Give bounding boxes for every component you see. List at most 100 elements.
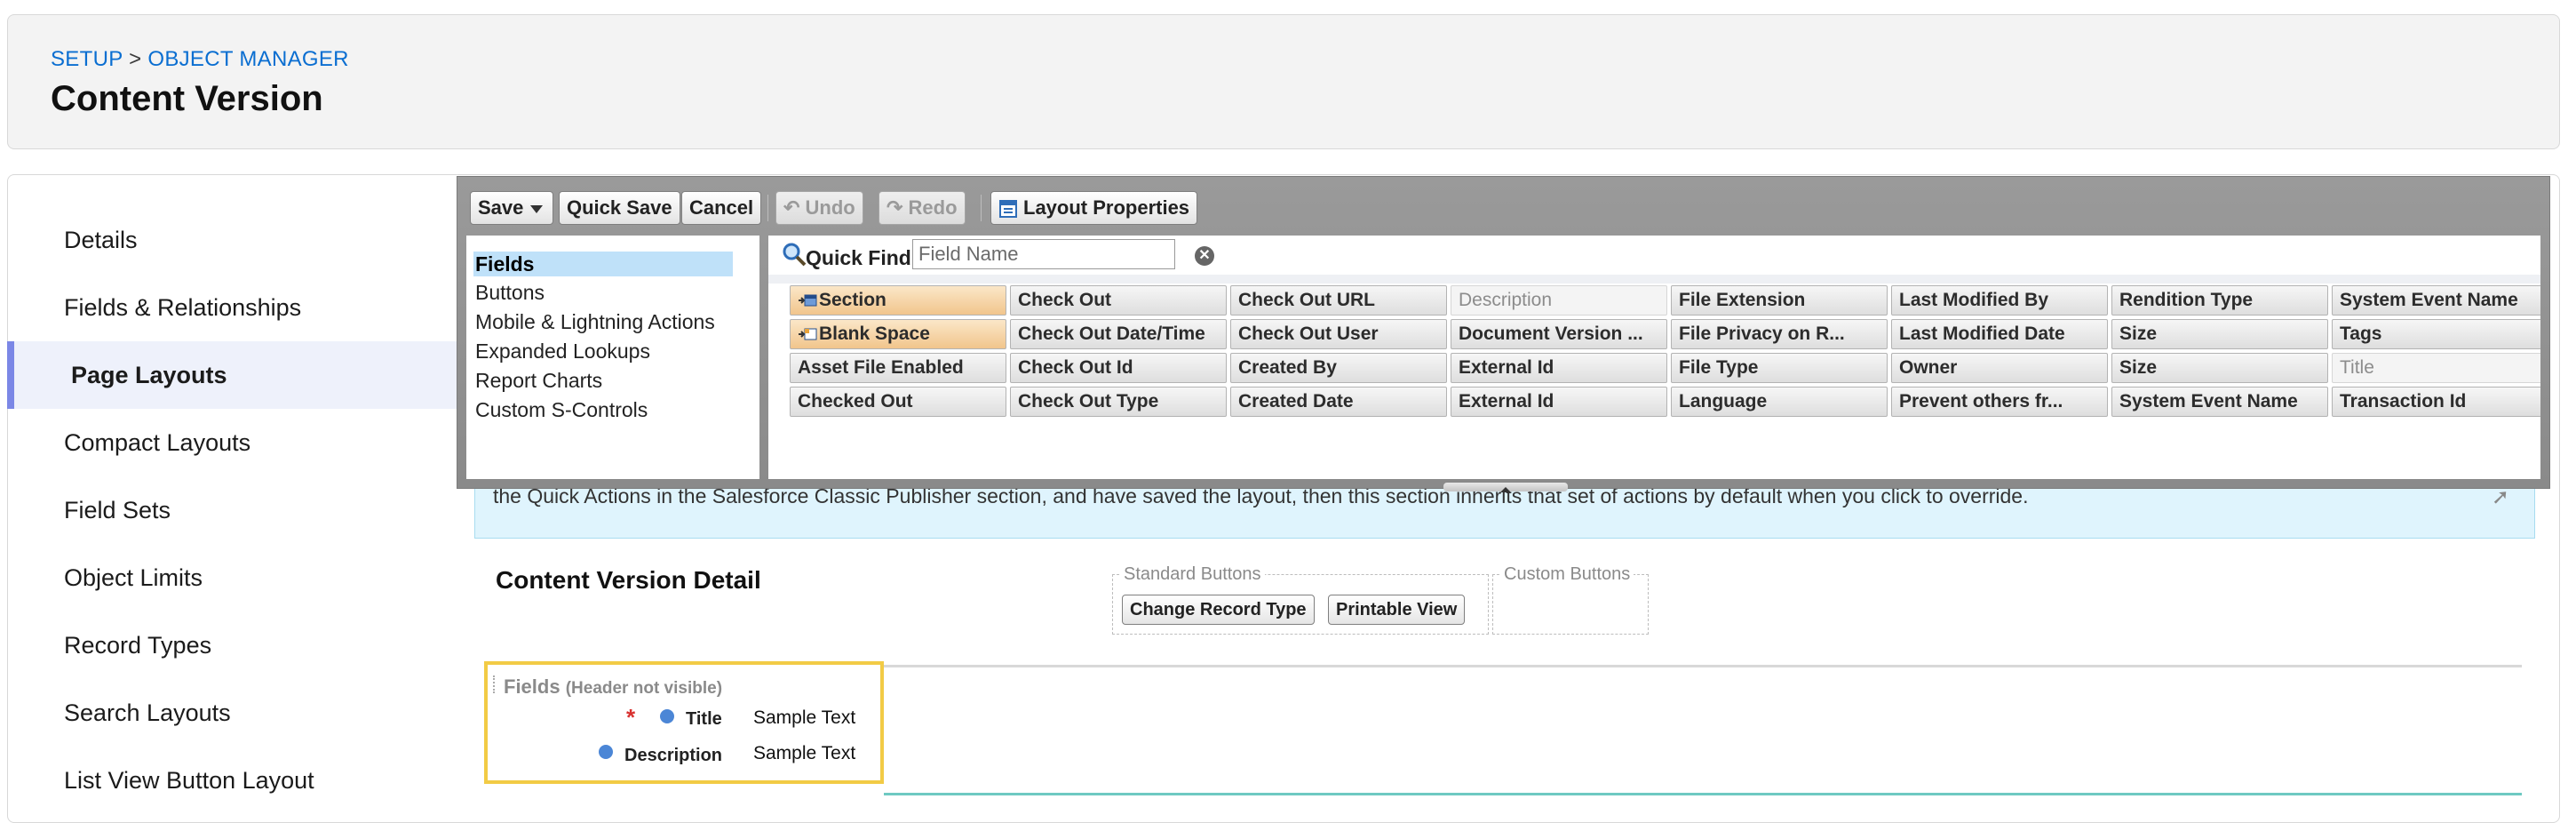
standard-buttons-label: Standard Buttons [1120,564,1265,585]
category-buttons[interactable]: Buttons [473,280,733,305]
palette-field-item[interactable]: Document Version ... [1451,319,1667,349]
palette-field-item[interactable]: File Privacy on R... [1671,319,1888,349]
sidebar-item-field-sets[interactable]: Field Sets [7,476,457,544]
fields-section-subtitle: (Header not visible) [565,679,723,698]
palette-item-blank-space[interactable]: Blank Space [790,319,1006,349]
breadcrumb-setup-link[interactable]: SETUP [51,47,123,71]
sidebar-item-compact-layouts[interactable]: Compact Layouts [7,409,457,476]
layout-palette: Save Quick Save Cancel ↶ Undo ↷ Redo Lay… [457,176,2550,492]
palette-field-item[interactable]: Size [2111,319,2328,349]
palette-field-item-used: Title [2332,353,2540,383]
palette-field-item[interactable]: Check Out User [1230,319,1447,349]
palette-field-item[interactable]: Language [1671,387,1888,417]
fields-section-title: Fields (Header not visible) [504,675,722,699]
redo-label: Redo [908,196,958,219]
palette-field-item[interactable]: Checked Out [790,387,1006,417]
sidebar: Details Fields & Relationships Page Layo… [7,174,457,807]
palette-field-item[interactable]: Created By [1230,353,1447,383]
palette-field-item[interactable]: Asset File Enabled [790,353,1006,383]
palette-field-item[interactable]: Check Out [1010,285,1227,316]
breadcrumb: SETUP > OBJECT MANAGER [51,47,349,72]
palette-resize-handle[interactable] [1443,483,1568,492]
palette-field-item[interactable]: File Extension [1671,285,1888,316]
field-property-icon [660,709,674,723]
section-divider-teal [884,793,2522,795]
palette-field-item[interactable]: Created Date [1230,387,1447,417]
palette-field-item[interactable]: Check Out URL [1230,285,1447,316]
quick-save-button[interactable]: Quick Save [559,191,680,225]
chevron-down-icon[interactable] [530,204,544,213]
palette-field-item[interactable]: Check Out Date/Time [1010,319,1227,349]
breadcrumb-separator: > [129,47,142,71]
palette-field-item[interactable]: System Event Name [2111,387,2328,417]
category-report-charts[interactable]: Report Charts [473,368,733,393]
redo-icon: ↷ [886,196,909,219]
layout-properties-button[interactable]: Layout Properties [990,191,1198,225]
sidebar-item-search-layouts[interactable]: Search Layouts [7,679,457,747]
toolbar-divider [767,195,768,221]
palette-field-item[interactable]: Prevent others fr... [1891,387,2108,417]
category-expanded-lookups[interactable]: Expanded Lookups [473,339,733,364]
palette-item-section[interactable]: Section [790,285,1006,316]
printable-view-button[interactable]: Printable View [1328,595,1466,625]
chevron-up-icon [1500,487,1511,492]
custom-buttons-label: Custom Buttons [1500,564,1634,585]
grid-spacer [768,275,2540,284]
redo-button[interactable]: ↷ Redo [879,191,966,225]
palette-item-label: Section [819,290,886,310]
palette-toolbar: Save Quick Save Cancel ↶ Undo ↷ Redo Lay… [457,177,2549,236]
palette-field-item[interactable]: Last Modified Date [1891,319,2108,349]
field-label-title[interactable]: Title [686,709,722,730]
sidebar-item-record-types[interactable]: Record Types [7,611,457,679]
fields-section[interactable]: Fields (Header not visible) * Title Samp… [484,661,884,784]
palette-field-item[interactable]: Last Modified By [1891,285,2108,316]
palette-field-item[interactable]: Size [2111,353,2328,383]
sidebar-item-object-limits[interactable]: Object Limits [7,544,457,611]
search-icon [783,243,807,267]
save-button-label: Save [478,196,524,219]
category-fields[interactable]: Fields [473,252,733,276]
detail-section-title: Content Version Detail [496,566,761,594]
fields-section-title-text: Fields [504,675,561,698]
breadcrumb-object-manager-link[interactable]: OBJECT MANAGER [147,47,348,71]
sidebar-item-fields-relationships[interactable]: Fields & Relationships [7,274,457,341]
layout-properties-label: Layout Properties [1023,196,1190,219]
palette-field-item[interactable]: File Type [1671,353,1888,383]
undo-icon: ↶ [783,196,806,219]
toolbar-divider [981,195,982,221]
palette-category-list: Fields Buttons Mobile & Lightning Action… [466,236,759,479]
palette-field-item[interactable]: System Event Name [2332,285,2540,316]
cancel-button[interactable]: Cancel [681,191,762,225]
palette-field-item[interactable]: Check Out Id [1010,353,1227,383]
category-custom-s-controls[interactable]: Custom S-Controls [473,397,733,422]
undo-label: Undo [805,196,855,219]
custom-buttons-group[interactable]: Custom Buttons [1492,564,1649,635]
field-sample-value: Sample Text [753,707,856,728]
palette-field-item[interactable]: External Id [1451,387,1667,417]
field-label-description[interactable]: Description [624,746,722,766]
category-mobile-lightning-actions[interactable]: Mobile & Lightning Actions [473,309,733,334]
drag-handle-icon[interactable] [493,675,500,693]
section-icon [799,294,817,307]
palette-item-label: Blank Space [819,324,930,344]
palette-field-item[interactable]: Owner [1891,353,2108,383]
palette-field-item[interactable]: External Id [1451,353,1667,383]
change-record-type-button[interactable]: Change Record Type [1122,595,1315,625]
undo-button[interactable]: ↶ Undo [775,191,863,225]
palette-field-item-used: Description [1451,285,1667,316]
sidebar-item-list-view-button-layout[interactable]: List View Button Layout [7,747,457,814]
save-button[interactable]: Save [470,191,553,225]
sidebar-item-page-layouts[interactable]: Page Layouts [7,341,457,409]
sidebar-item-details[interactable]: Details [7,206,457,274]
blank-space-icon [799,328,817,340]
quick-find-bar: Quick Find ✕ [768,236,2540,275]
palette-field-item[interactable]: Transaction Id [2332,387,2540,417]
palette-field-item[interactable]: Tags [2332,319,2540,349]
clear-search-icon[interactable]: ✕ [1195,246,1214,266]
palette-field-item[interactable]: Rendition Type [2111,285,2328,316]
field-sample-value: Sample Text [753,743,856,763]
quick-find-input[interactable] [912,239,1175,269]
page-title: Content Version [51,79,323,118]
layout-properties-icon [999,200,1017,219]
palette-field-item[interactable]: Check Out Type [1010,387,1227,417]
